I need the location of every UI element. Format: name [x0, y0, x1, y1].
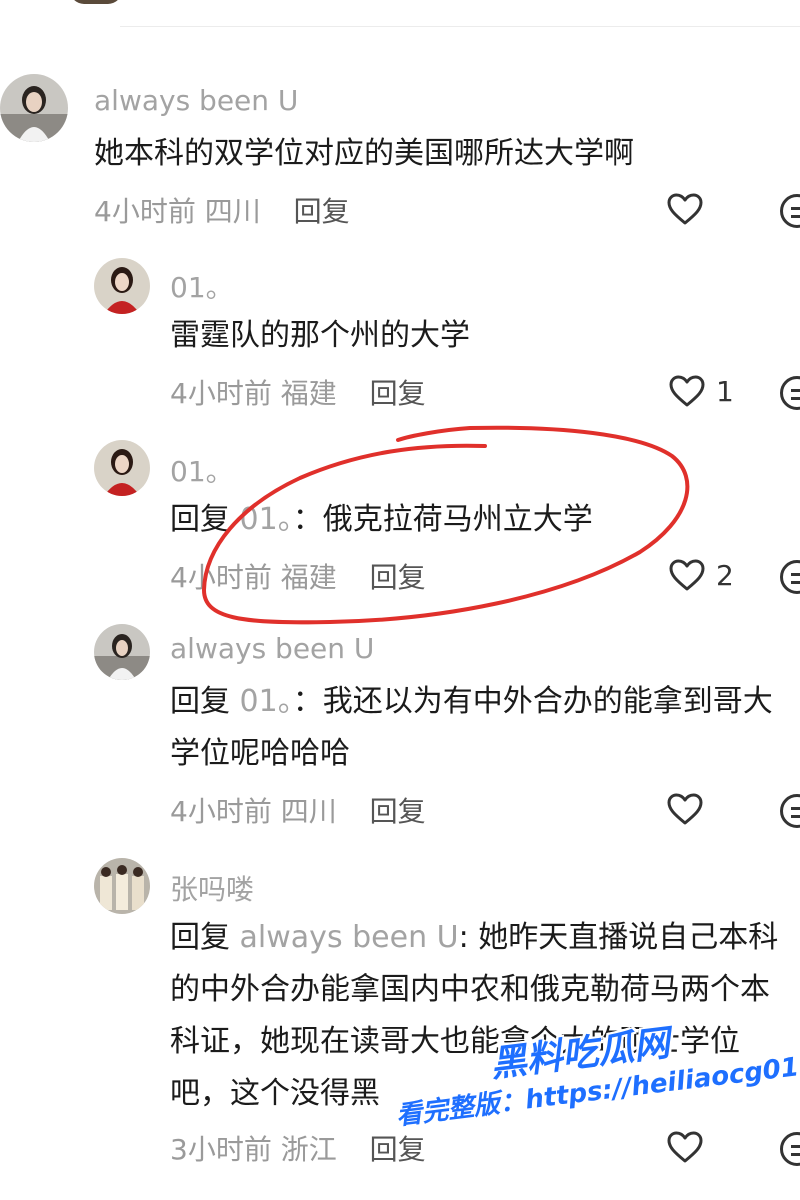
- reply-button[interactable]: 回复: [370, 795, 426, 828]
- reply-button[interactable]: 回复: [294, 195, 350, 228]
- comment-meta: 3小时前 浙江 回复: [170, 1128, 426, 1168]
- reply-prefix: 回复: [170, 920, 230, 955]
- avatar[interactable]: [94, 258, 150, 314]
- timestamp: 4小时前: [170, 561, 272, 594]
- location: 四川: [280, 795, 337, 828]
- watermark-url-prefix: 看完整版：: [394, 1085, 528, 1132]
- avatar-fragment: [70, 0, 122, 4]
- reply-text-line: 学位呢哈哈哈: [170, 736, 350, 771]
- like-button[interactable]: [666, 792, 714, 826]
- like-count: 1: [716, 374, 734, 408]
- location: 四川: [204, 195, 261, 228]
- more-icon[interactable]: [780, 376, 800, 410]
- timestamp: 3小时前: [170, 1133, 272, 1166]
- username[interactable]: always been U: [94, 84, 298, 117]
- avatar[interactable]: [94, 858, 150, 914]
- heart-icon: [667, 1131, 703, 1163]
- avatar-image: [94, 258, 150, 314]
- comment-meta: 4小时前 福建 回复: [170, 372, 426, 412]
- avatar[interactable]: [94, 624, 150, 680]
- avatar-image: [94, 440, 150, 496]
- comment-text: 回复 01。：俄克拉荷马州立大学: [170, 494, 593, 546]
- reply-text-line: : 她昨天直播说自己本科: [458, 920, 779, 955]
- location: 浙江: [280, 1133, 337, 1166]
- avatar[interactable]: [94, 440, 150, 496]
- avatar-image: [0, 74, 68, 142]
- username[interactable]: always been U: [170, 632, 374, 665]
- like-button[interactable]: [666, 1130, 714, 1164]
- like-button[interactable]: [666, 192, 714, 226]
- reply-text: ：俄克拉荷马州立大学: [292, 502, 593, 537]
- like-count: 2: [716, 558, 734, 592]
- heart-icon: [669, 375, 705, 407]
- mention[interactable]: 01。: [240, 684, 293, 719]
- avatar-image: [94, 858, 150, 914]
- more-icon[interactable]: [780, 1132, 800, 1166]
- username[interactable]: 张吗喽: [170, 868, 254, 908]
- timestamp: 4小时前: [170, 377, 272, 410]
- comment-meta: 4小时前 四川 回复: [94, 190, 350, 230]
- reply-prefix: 回复: [170, 684, 230, 719]
- heart-icon: [667, 193, 703, 225]
- comment-meta: 4小时前 四川 回复: [170, 790, 426, 830]
- more-icon[interactable]: [780, 560, 800, 594]
- comment-text: 回复 01。：我还以为有中外合办的能拿到哥大 学位呢哈哈哈: [170, 676, 800, 780]
- like-button[interactable]: 2: [668, 558, 734, 592]
- timestamp: 4小时前: [170, 795, 272, 828]
- mention[interactable]: always been U: [240, 920, 459, 955]
- location: 福建: [280, 377, 337, 410]
- heart-icon: [667, 793, 703, 825]
- timestamp: 4小时前: [94, 195, 196, 228]
- reply-button[interactable]: 回复: [370, 377, 426, 410]
- location: 福建: [280, 561, 337, 594]
- mention[interactable]: 01。: [240, 502, 293, 537]
- reply-text-line: 的中外合办能拿国内中农和俄克勒荷马两个本: [170, 972, 770, 1007]
- comment-text: 雷霆队的那个州的大学: [170, 318, 470, 353]
- reply-prefix: 回复: [170, 502, 230, 537]
- reply-button[interactable]: 回复: [370, 561, 426, 594]
- divider: [120, 26, 800, 27]
- like-button[interactable]: 1: [668, 374, 734, 408]
- comment-meta: 4小时前 福建 回复: [170, 556, 426, 596]
- avatar-image: [94, 624, 150, 680]
- reply-button[interactable]: 回复: [370, 1133, 426, 1166]
- more-icon[interactable]: [780, 794, 800, 828]
- avatar[interactable]: [0, 74, 68, 142]
- more-icon[interactable]: [780, 194, 800, 228]
- heart-icon: [669, 559, 705, 591]
- username[interactable]: 01。: [170, 266, 234, 306]
- username[interactable]: 01。: [170, 450, 234, 490]
- comment-text: 她本科的双学位对应的美国哪所达大学啊: [94, 136, 634, 171]
- reply-text-line: ：我还以为有中外合办的能拿到哥大: [292, 684, 773, 719]
